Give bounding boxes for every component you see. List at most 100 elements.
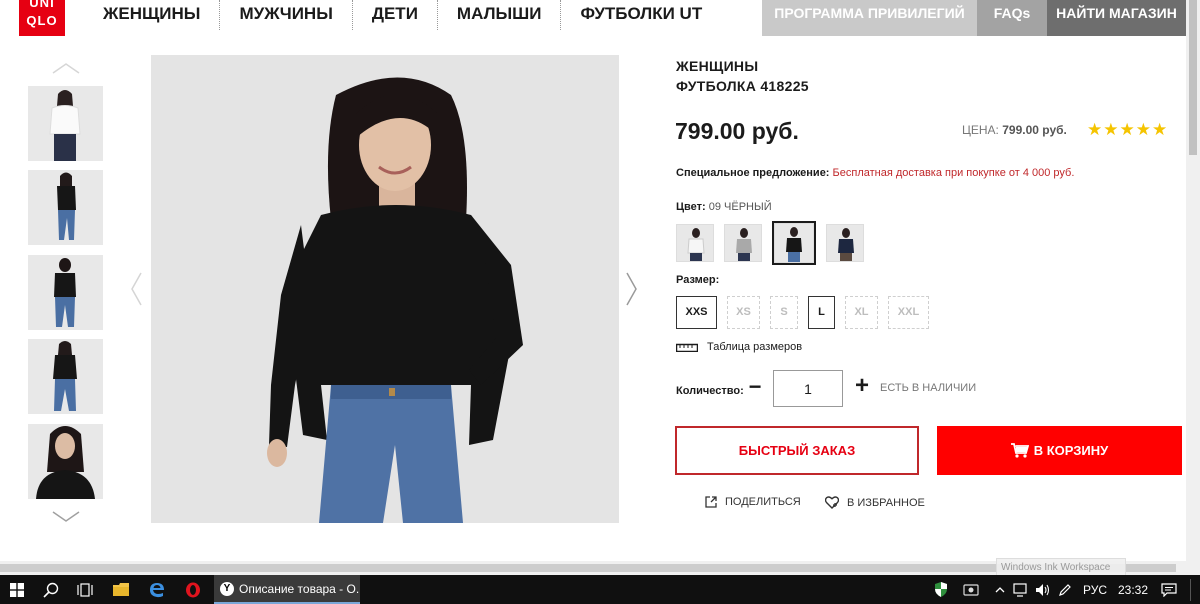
- quantity-plus-button[interactable]: +: [854, 372, 870, 400]
- thumbnail-image: [28, 424, 103, 499]
- favorite-link[interactable]: В ИЗБРАННОЕ: [825, 496, 925, 509]
- size-s[interactable]: S: [770, 296, 798, 329]
- quantity-label: Количество:: [676, 385, 744, 397]
- network-tray-button[interactable]: [1010, 575, 1032, 604]
- input-language[interactable]: РУС: [1083, 583, 1107, 597]
- swatch-white[interactable]: [676, 224, 714, 262]
- volume-tray-button[interactable]: [1032, 575, 1054, 604]
- add-to-cart-button[interactable]: В КОРЗИНУ: [937, 426, 1182, 475]
- product-name: ФУТБОЛКА 418225: [676, 78, 809, 94]
- rating-stars[interactable]: ★★★★★: [1087, 120, 1168, 140]
- network-icon: [1013, 582, 1027, 597]
- nav-women[interactable]: ЖЕНЩИНЫ: [84, 0, 221, 30]
- opera-icon: [186, 582, 200, 597]
- thumbnail-white-front[interactable]: [28, 86, 103, 161]
- next-image-arrow-icon[interactable]: [626, 272, 638, 306]
- ruler-icon: [676, 343, 698, 352]
- taskbar-window-title: Описание товара - О...: [239, 581, 360, 596]
- tray-app-button[interactable]: [960, 575, 982, 604]
- show-desktop-button[interactable]: [1190, 579, 1191, 601]
- thumbnail-image: [28, 255, 103, 330]
- swatch-navy[interactable]: [826, 224, 864, 262]
- shield-icon: [935, 582, 947, 597]
- thumbnail-black-side[interactable]: [28, 170, 103, 245]
- swatch-gray[interactable]: [724, 224, 762, 262]
- thumbnail-image: [28, 86, 103, 161]
- clock[interactable]: 23:32: [1118, 583, 1148, 597]
- cart-icon: [1010, 442, 1029, 458]
- color-selection-label: Цвет: 09 ЧЁРНЫЙ: [676, 201, 772, 213]
- thumbnail-black-back[interactable]: [28, 255, 103, 330]
- site-header: UNI QLO ЖЕНЩИНЫ МУЖЧИНЫ ДЕТИ МАЛЫШИ ФУТБ…: [0, 0, 1186, 36]
- offer-label: Специальное предложение:: [676, 167, 830, 179]
- thumbnail-black-closeup[interactable]: [28, 424, 103, 499]
- size-xxl[interactable]: XXL: [888, 296, 929, 329]
- search-icon: [43, 582, 59, 598]
- vertical-scrollbar[interactable]: [1186, 0, 1200, 575]
- privileges-button[interactable]: ПРОГРАММА ПРИВИЛЕГИЙ: [762, 0, 977, 36]
- edge-browser-button[interactable]: [144, 575, 170, 604]
- size-xs[interactable]: XS: [727, 296, 760, 329]
- share-label: ПОДЕЛИТЬСЯ: [725, 496, 801, 508]
- size-chart-label: Таблица размеров: [707, 341, 803, 353]
- opera-browser-button[interactable]: [180, 575, 206, 604]
- yandex-browser-icon: Y: [220, 581, 234, 596]
- find-store-button[interactable]: НАЙТИ МАГАЗИН: [1047, 0, 1186, 36]
- offer-text: Бесплатная доставка при покупке от 4 000…: [832, 167, 1075, 179]
- notification-icon: [1161, 582, 1177, 597]
- color-label: Цвет:: [676, 201, 706, 213]
- color-value: 09 ЧЁРНЫЙ: [708, 201, 772, 213]
- pen-icon: [1059, 583, 1071, 596]
- faqs-button[interactable]: FAQs: [977, 0, 1047, 36]
- task-view-button[interactable]: [72, 575, 98, 604]
- size-xl[interactable]: XL: [845, 296, 878, 329]
- special-offer: Специальное предложение: Бесплатная дост…: [676, 167, 1074, 179]
- add-to-cart-label: В КОРЗИНУ: [1033, 443, 1109, 458]
- quick-order-button[interactable]: БЫСТРЫЙ ЗАКАЗ: [675, 426, 919, 475]
- swatch-black-selected[interactable]: [772, 221, 816, 265]
- windows-ink-workspace-tooltip: Windows Ink Workspace: [996, 558, 1126, 576]
- taskbar-search-button[interactable]: [38, 575, 64, 604]
- thumbs-down-arrow-icon[interactable]: [52, 511, 80, 523]
- uniqlo-logo[interactable]: UNI QLO: [19, 0, 65, 36]
- swatch-image: [827, 225, 863, 261]
- speaker-icon: [1036, 583, 1050, 596]
- size-l[interactable]: L: [808, 296, 835, 329]
- swatch-image: [775, 224, 813, 262]
- security-tray-button[interactable]: [930, 575, 952, 604]
- original-price-label: ЦЕНА:: [962, 123, 999, 137]
- size-chart-link[interactable]: Таблица размеров: [676, 341, 802, 353]
- file-explorer-button[interactable]: [108, 575, 134, 604]
- share-link[interactable]: ПОДЕЛИТЬСЯ: [705, 496, 801, 508]
- nav-men[interactable]: МУЖЧИНЫ: [220, 0, 353, 30]
- nav-kids[interactable]: ДЕТИ: [353, 0, 438, 30]
- taskbar-browser-window[interactable]: Y Описание товара - О...: [214, 575, 360, 604]
- nav-ut-tshirts[interactable]: ФУТБОЛКИ UT: [561, 0, 721, 30]
- original-price-value: 799.00 руб.: [1002, 123, 1067, 137]
- vertical-scroll-thumb[interactable]: [1189, 0, 1197, 155]
- main-nav: ЖЕНЩИНЫ МУЖЧИНЫ ДЕТИ МАЛЫШИ ФУТБОЛКИ UT: [84, 0, 721, 30]
- quantity-input[interactable]: [773, 370, 843, 407]
- size-xxs[interactable]: XXS: [676, 296, 717, 329]
- thumbs-up-arrow-icon[interactable]: [52, 62, 80, 74]
- chevron-up-icon: [995, 586, 1005, 592]
- prev-image-arrow-icon[interactable]: [130, 272, 142, 306]
- main-product-image[interactable]: [151, 55, 619, 523]
- show-hidden-icons-button[interactable]: [990, 575, 1010, 604]
- windows-logo-icon: [10, 582, 24, 597]
- size-options: XXS XS S L XL XXL: [676, 296, 929, 329]
- pen-ink-workspace-button[interactable]: [1054, 575, 1076, 604]
- tray-app-icon: [963, 583, 979, 596]
- windows-start-button[interactable]: [4, 575, 30, 604]
- action-center-button[interactable]: [1158, 575, 1180, 604]
- thumbnail-black-front[interactable]: [28, 339, 103, 414]
- size-label: Размер:: [676, 274, 720, 286]
- original-price: ЦЕНА: 799.00 руб.: [962, 123, 1067, 137]
- nav-babies[interactable]: МАЛЫШИ: [438, 0, 562, 30]
- header-actions: ПРОГРАММА ПРИВИЛЕГИЙ FAQs НАЙТИ МАГАЗИН: [762, 0, 1186, 36]
- windows-taskbar: Y Описание товара - О... РУС 23:32: [0, 575, 1200, 604]
- quantity-minus-button[interactable]: −: [748, 374, 762, 400]
- color-swatches: [676, 221, 864, 265]
- folder-icon: [113, 583, 129, 596]
- thumbnail-image: [28, 170, 103, 245]
